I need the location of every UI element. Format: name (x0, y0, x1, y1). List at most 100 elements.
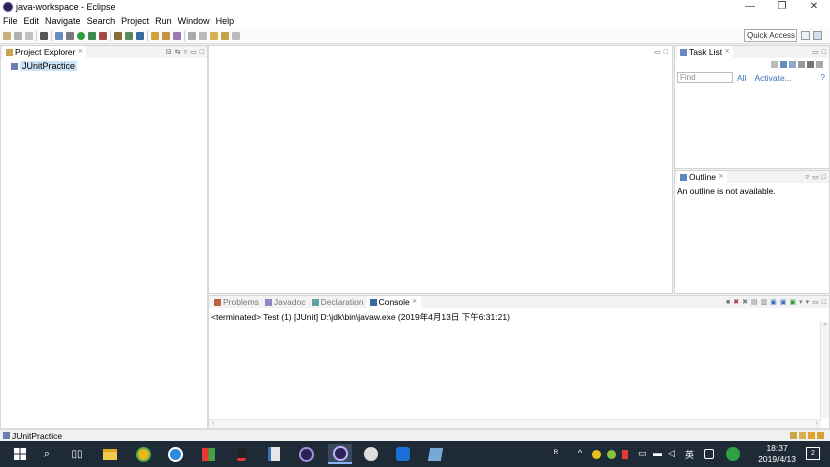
open-type-icon[interactable] (151, 31, 159, 40)
trim-icon[interactable] (790, 432, 797, 439)
activate-link[interactable]: Activate... (754, 73, 791, 83)
debug-run-icon[interactable] (66, 31, 74, 40)
collapse-all-icon[interactable] (807, 61, 814, 68)
help-icon[interactable]: ? (821, 73, 825, 82)
menu-navigate[interactable]: Navigate (45, 16, 81, 26)
app-icon[interactable] (361, 444, 381, 464)
new-java-project-icon[interactable] (114, 31, 122, 40)
external-tools-icon[interactable] (99, 31, 107, 40)
forward-icon[interactable] (232, 31, 240, 40)
focus-icon[interactable] (798, 61, 805, 68)
show-stdout-icon[interactable]: ▣ (770, 298, 777, 306)
menu-edit[interactable]: Edit (24, 16, 40, 26)
all-link[interactable]: All (737, 73, 746, 83)
editor-icon[interactable] (264, 444, 284, 464)
close-icon[interactable]: ⨯ (718, 171, 724, 183)
menu-search[interactable]: Search (87, 16, 116, 26)
file-explorer-icon[interactable] (100, 444, 120, 464)
next-annotation-icon[interactable] (188, 31, 196, 40)
tray-app-icon[interactable] (607, 450, 616, 459)
find-input[interactable]: Find (677, 72, 733, 83)
ime-indicator[interactable]: 英 (685, 448, 694, 461)
new-class-icon[interactable] (136, 31, 144, 40)
minimize-view-icon[interactable]: ▭ (654, 48, 661, 56)
close-button[interactable]: ✕ (798, 0, 830, 14)
vertical-scrollbar[interactable]: ˄ (820, 322, 829, 418)
save-all-icon[interactable] (25, 31, 33, 40)
office-icon[interactable] (198, 444, 218, 464)
maximize-view-icon[interactable]: □ (822, 49, 826, 56)
menu-help[interactable]: Help (216, 16, 235, 26)
minimize-view-icon[interactable]: ▭ (812, 48, 819, 56)
menu-project[interactable]: Project (121, 16, 149, 26)
tab-problems[interactable]: Problems (211, 297, 262, 307)
remove-all-icon[interactable]: ✖ (742, 298, 748, 306)
task-view-icon[interactable]: ▯▯ (67, 444, 87, 464)
show-stderr-icon[interactable]: ▣ (780, 298, 787, 306)
tab-project-explorer[interactable]: Project Explorer ⨯ (3, 46, 87, 58)
maximize-view-icon[interactable]: □ (822, 174, 826, 181)
open-console-icon[interactable]: ▾ (806, 298, 810, 306)
tray-app-icon[interactable] (622, 450, 628, 459)
terminate-icon[interactable]: ■ (726, 299, 730, 306)
wps-icon[interactable] (393, 444, 413, 464)
eclipse-icon[interactable] (296, 444, 316, 464)
tab-task-list[interactable]: Task List ⨯ (677, 46, 733, 58)
back-icon[interactable] (221, 31, 229, 40)
notification-icon[interactable]: 2 (806, 447, 820, 460)
display-console-icon[interactable]: ▾ (799, 298, 803, 306)
trim-icon[interactable] (817, 432, 824, 439)
skip-breakpoints-icon[interactable] (55, 31, 63, 40)
tab-javadoc[interactable]: Javadoc (262, 297, 309, 307)
previous-annotation-icon[interactable] (199, 31, 207, 40)
scheduled-icon[interactable] (789, 61, 796, 68)
maximize-view-icon[interactable]: □ (822, 299, 826, 306)
new-task-icon[interactable] (771, 61, 778, 68)
volume-icon[interactable]: ◁ (668, 448, 675, 459)
scroll-right-icon[interactable]: › (816, 420, 818, 427)
tab-outline[interactable]: Outline ⨯ (677, 171, 727, 183)
pin-console-icon[interactable]: ▣ (789, 298, 796, 306)
minimize-view-icon[interactable]: ▭ (812, 173, 819, 181)
remove-launch-icon[interactable]: ✖ (733, 298, 739, 306)
user-icon[interactable]: ᴿ (554, 448, 558, 458)
menu-run[interactable]: Run (155, 16, 172, 26)
eclipse-active-icon[interactable] (328, 444, 352, 464)
link-editor-icon[interactable]: ⇆ (175, 48, 181, 56)
browser-icon[interactable] (133, 444, 153, 464)
new-package-icon[interactable] (125, 31, 133, 40)
collapse-all-icon[interactable]: ⊟ (166, 48, 172, 56)
scroll-left-icon[interactable]: ‹ (212, 420, 214, 427)
menu-file[interactable]: File (3, 16, 18, 26)
clock[interactable]: 18:37 2019/4/13 (758, 443, 796, 465)
scroll-up-icon[interactable]: ˄ (821, 322, 829, 329)
sogou-icon[interactable] (165, 444, 185, 464)
debug-icon[interactable] (40, 31, 48, 40)
view-menu-icon[interactable]: ▿ (184, 48, 188, 56)
view-menu-icon[interactable]: ▿ (806, 173, 810, 181)
maximize-button[interactable]: ❐ (766, 0, 798, 14)
tree-item[interactable]: JUnitPractice (11, 61, 207, 71)
tab-console[interactable]: Console ⨯ (366, 296, 421, 308)
tab-declaration[interactable]: Declaration (309, 297, 367, 307)
minimize-view-icon[interactable]: ▭ (812, 298, 819, 306)
editor-area[interactable]: ▭ □ (208, 45, 673, 294)
minimize-view-icon[interactable]: ▭ (190, 48, 197, 56)
new-icon[interactable] (3, 31, 11, 40)
save-icon[interactable] (14, 31, 22, 40)
search-icon[interactable] (173, 31, 181, 40)
minimize-button[interactable]: — (734, 0, 766, 14)
search-icon[interactable]: ⌕ (37, 444, 57, 464)
ime-app-icon[interactable] (704, 449, 714, 459)
maximize-view-icon[interactable]: □ (200, 49, 204, 56)
coverage-icon[interactable] (88, 31, 96, 40)
tray-expand-icon[interactable]: ^ (578, 448, 582, 458)
open-perspective-icon[interactable] (801, 31, 810, 40)
horizontal-scrollbar[interactable]: ‹ › (209, 419, 821, 428)
network-icon[interactable]: ▭ (638, 448, 647, 459)
notes-icon[interactable] (425, 444, 445, 464)
menu-window[interactable]: Window (178, 16, 210, 26)
run-icon[interactable] (77, 31, 85, 40)
last-edit-location-icon[interactable] (210, 31, 218, 40)
java-perspective-icon[interactable] (813, 31, 822, 40)
